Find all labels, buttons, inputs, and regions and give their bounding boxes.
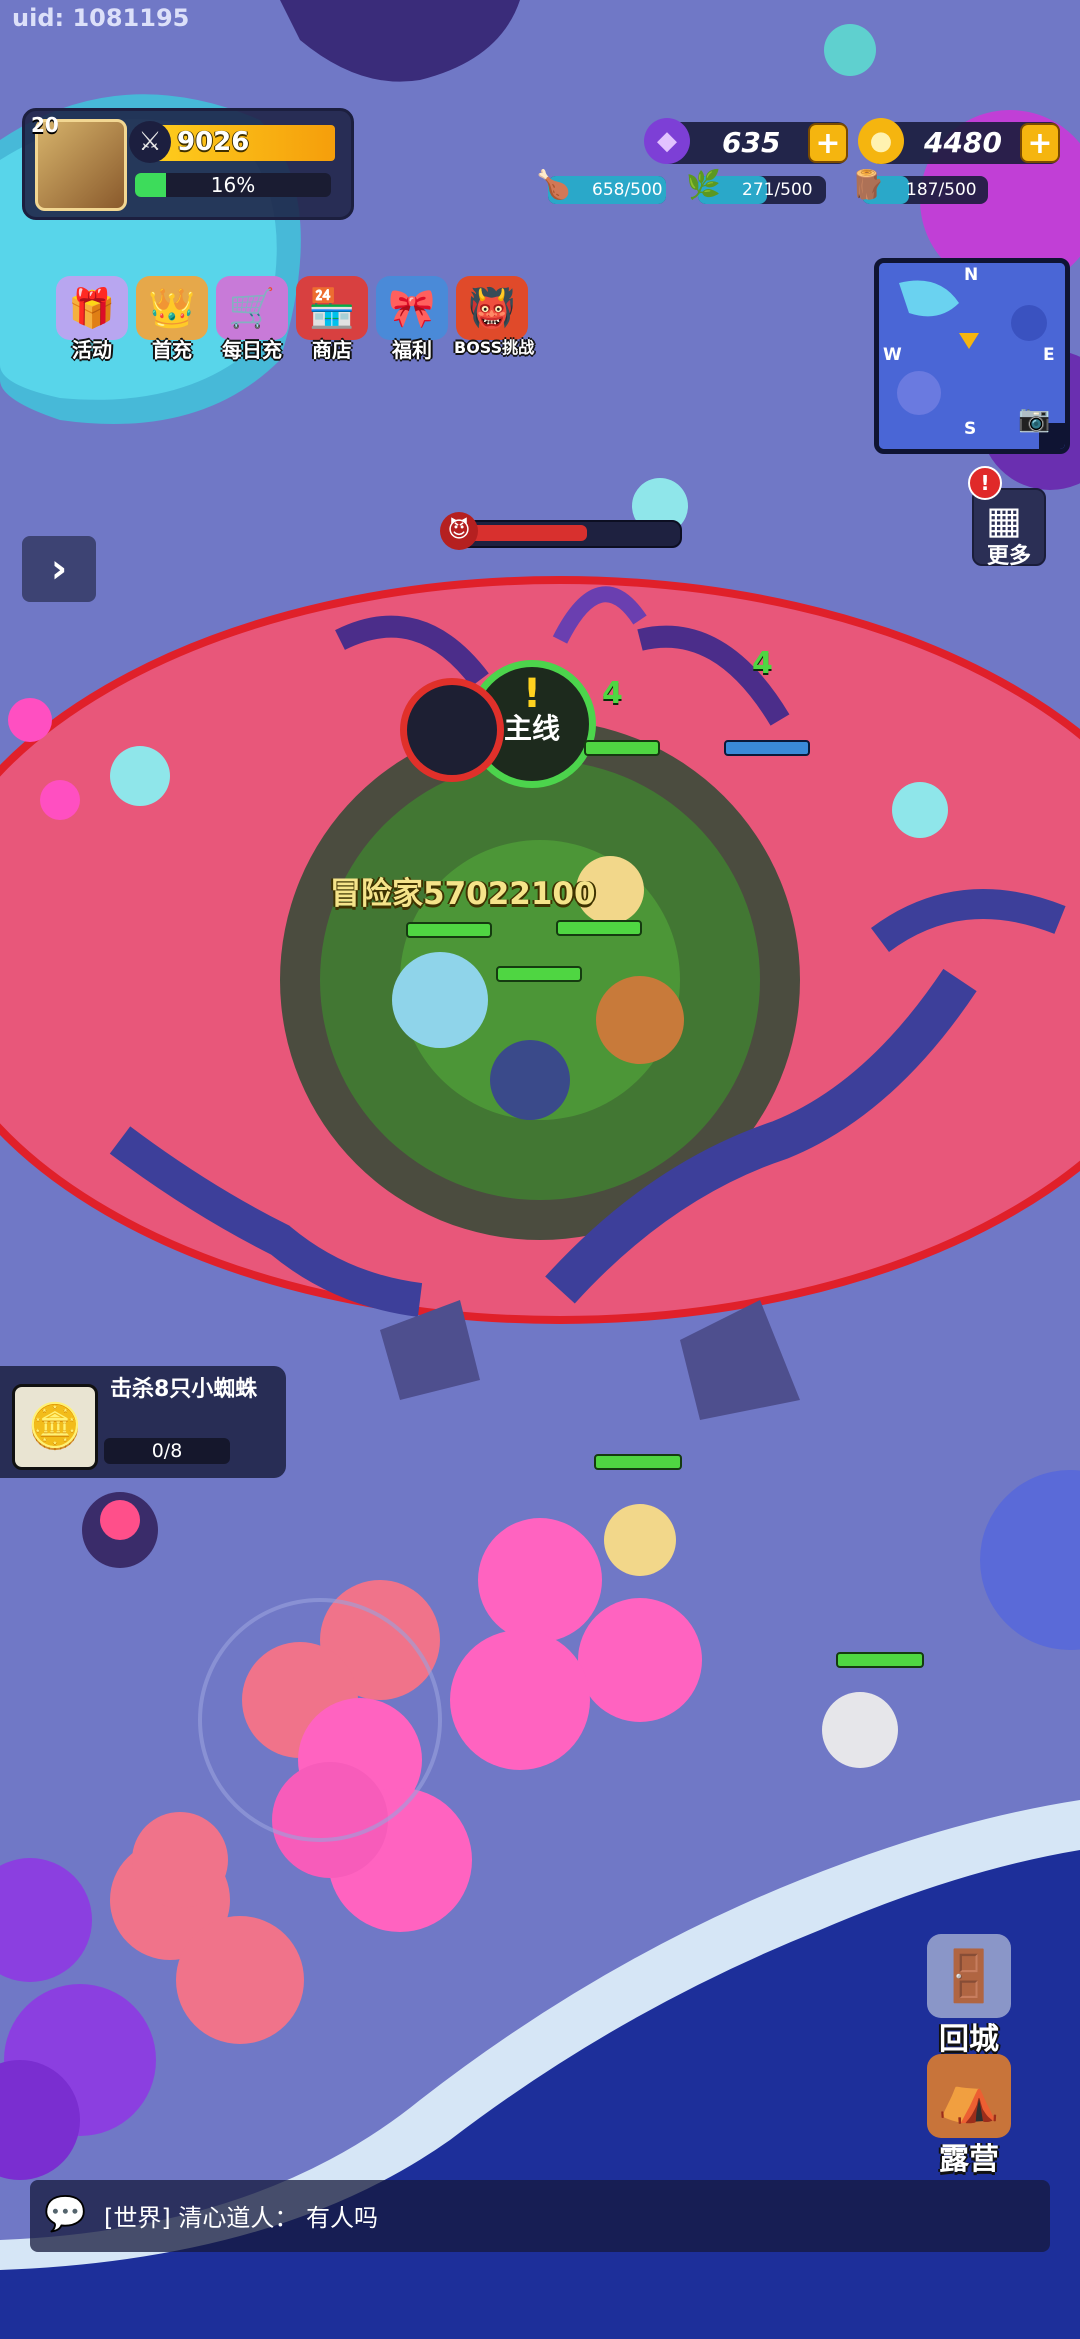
resource-meat-text: 658/500	[592, 180, 663, 200]
player-level: 20	[31, 113, 59, 137]
player-card[interactable]: 20 ⚔ 9026 16%	[22, 108, 354, 220]
portal-icon: 🚪	[927, 1934, 1011, 2018]
wood-icon: 🪵	[850, 168, 885, 201]
more-label: 更多	[986, 544, 1031, 569]
shop-icon: 🏪	[296, 276, 368, 340]
compass-west: W	[883, 345, 902, 365]
player-name-tag: 冒险家57022100	[330, 876, 596, 912]
hero-hp-bar	[406, 922, 492, 938]
expand-arrow-button[interactable]: ›	[22, 536, 96, 602]
gift-icon: 🎀	[376, 276, 448, 340]
resource-wood: 🪵 187/500	[850, 168, 988, 204]
chat-channel: [世界]	[104, 2204, 171, 2232]
menu-label: 商店	[312, 338, 352, 362]
menu-boss-challenge[interactable]: 👹 BOSS挑战	[454, 276, 535, 358]
add-gems-button[interactable]: +	[808, 123, 848, 163]
hero-hp-bar	[556, 920, 642, 936]
camp-label: 露营	[939, 2142, 999, 2177]
skill-cooldown-icon	[400, 678, 504, 782]
world-chat-bar[interactable]: 💬 [世界] 清心道人： 有人吗	[30, 2180, 1050, 2252]
compass-south: S	[964, 419, 977, 439]
chat-sender: 清心道人：	[178, 2204, 299, 2232]
power-value: 9026	[177, 127, 250, 157]
enemy-hp-bar	[584, 740, 660, 756]
resource-herb-text: 271/500	[742, 180, 813, 200]
add-gold-button[interactable]: +	[1020, 123, 1060, 163]
chat-line: [世界] 清心道人： 有人吗	[104, 2198, 378, 2233]
boss-hp-fill	[468, 525, 588, 541]
cart-icon: 🛒	[216, 276, 288, 340]
gem-icon: ◆	[644, 118, 690, 164]
menu-label: 活动	[72, 338, 112, 362]
meat-icon: 🍗	[536, 168, 571, 201]
grid-icon: ▦	[986, 498, 1022, 542]
chat-message: 有人吗	[306, 2204, 379, 2232]
chat-icon: 💬	[44, 2194, 87, 2234]
compass-north: N	[964, 265, 979, 285]
chest-icon: 🎁	[56, 276, 128, 340]
swords-icon: ⚔	[129, 121, 171, 163]
menu-label: 福利	[392, 338, 432, 362]
return-town-label: 回城	[939, 2022, 999, 2057]
leaf-icon: 🌿	[686, 168, 721, 201]
gold-coin-icon: 🪙	[12, 1384, 98, 1470]
boss-icon: 👹	[456, 276, 528, 340]
ally-hp-bar	[594, 1454, 682, 1470]
menu-shop[interactable]: 🏪 商店	[294, 276, 370, 363]
camp-button[interactable]: ⛺ 露营	[924, 2054, 1014, 2178]
tent-icon: ⛺	[927, 2054, 1011, 2138]
camera-icon[interactable]: 📷	[1018, 404, 1058, 438]
devil-icon: 😈	[440, 512, 478, 550]
more-alert-badge: !	[968, 466, 1002, 500]
exp-percent: 16%	[210, 173, 256, 197]
menu-label: 每日充	[222, 338, 282, 362]
hero-hp-bar	[496, 966, 582, 982]
king-icon: 👑	[136, 276, 208, 340]
menu-events[interactable]: 🎁 活动	[54, 276, 130, 363]
resource-wood-text: 187/500	[906, 180, 977, 200]
menu-label: 首充	[152, 338, 192, 362]
return-town-button[interactable]: 🚪 回城	[924, 1934, 1014, 2058]
task-progress: 0/8	[104, 1438, 230, 1464]
resource-meat: 🍗 658/500	[536, 168, 666, 204]
gold-value: 4480	[924, 126, 1002, 159]
enemy-hp-bar	[724, 740, 810, 756]
menu-daily-recharge[interactable]: 🛒 每日充	[214, 276, 290, 363]
ally-hp-bar	[836, 1652, 924, 1668]
compass-east: E	[1043, 345, 1055, 365]
menu-first-recharge[interactable]: 👑 首充	[134, 276, 210, 363]
kill-task-panel[interactable]: 🪙 击杀8只小蜘蛛 0/8	[0, 1366, 286, 1478]
gold-icon: ●	[858, 118, 904, 164]
exp-bar: 16%	[135, 173, 331, 197]
gem-value: 635	[722, 126, 781, 159]
resource-herb: 🌿 271/500	[686, 168, 826, 204]
task-title: 击杀8只小蜘蛛	[110, 1377, 258, 1402]
uid-label: uid: 1081195	[12, 4, 190, 32]
boss-hp-bar	[446, 520, 682, 548]
menu-label: BOSS挑战	[454, 338, 535, 357]
menu-welfare[interactable]: 🎀 福利	[374, 276, 450, 363]
damage-number: 4	[752, 646, 773, 681]
damage-number: 4	[602, 676, 623, 711]
